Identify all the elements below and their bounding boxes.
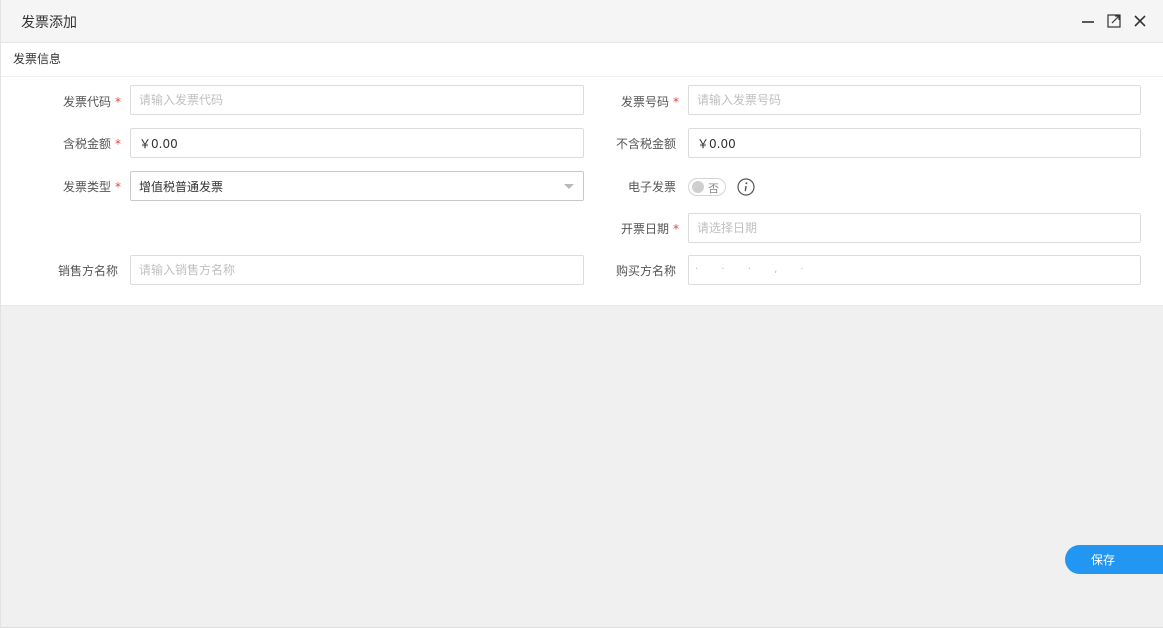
amount-incl-tax-field[interactable] [130, 128, 584, 158]
info-icon[interactable] [737, 178, 755, 196]
amount-incl-tax-input[interactable] [131, 129, 583, 157]
issue-date-label: 开票日期 * [620, 222, 679, 236]
toggle-knob [692, 181, 704, 193]
invoice-number-label: 发票号码 * [620, 95, 679, 109]
invoice-add-dialog: 发票添加 发票信息 发票代码 * 请输入发票代码 发票号码 * 请输入发票号码 … [0, 0, 1163, 628]
title-bar: 发票添加 [1, 0, 1163, 43]
invoice-info-panel: 发票信息 发票代码* 发票号码* 含税金额* 不含税金额 发票类 [1, 43, 1163, 306]
minimize-icon [1082, 21, 1094, 23]
close-icon [1134, 15, 1146, 27]
seller-name-input[interactable] [131, 256, 583, 284]
toggle-text: 否 [708, 182, 719, 195]
section-title: 发票信息 [13, 52, 62, 66]
amount-excl-tax-label: 不含税金额 [615, 137, 676, 151]
dropdown-caret-icon [564, 184, 574, 189]
buyer-name-value: · · · , · [695, 264, 814, 275]
invoice-code-label: 发票代码 * [62, 95, 121, 109]
seller-name-label: 销售方名称 [57, 264, 118, 278]
maximize-icon [1107, 14, 1121, 28]
amount-excl-tax-input[interactable] [689, 129, 1140, 157]
invoice-type-label: 发票类型 * [62, 180, 121, 194]
buyer-name-field[interactable]: · · · , · [688, 255, 1141, 285]
seller-name-field[interactable] [130, 255, 584, 285]
required-mark: * [115, 180, 121, 194]
required-mark: * [673, 222, 679, 236]
invoice-number-input[interactable] [689, 86, 1140, 114]
issue-date-field[interactable] [688, 213, 1141, 243]
e-invoice-label: 电子发票 [627, 180, 676, 194]
invoice-type-value: 增值税普通发票 [139, 179, 224, 194]
amount-excl-tax-field[interactable] [688, 128, 1141, 158]
dialog-title: 发票添加 [21, 15, 77, 31]
invoice-code-input[interactable] [131, 86, 583, 114]
amount-incl-tax-label: 含税金额 * [62, 137, 121, 151]
issue-date-input[interactable] [689, 214, 1140, 242]
save-button[interactable]: 保存 [1065, 545, 1163, 574]
required-mark: * [115, 95, 121, 109]
buyer-name-label: 购买方名称 [615, 264, 676, 278]
invoice-type-select[interactable]: 增值税普通发票 [130, 171, 584, 201]
required-mark: * [673, 95, 679, 109]
save-button-label: 保存 [1090, 553, 1115, 567]
close-button[interactable] [1130, 11, 1150, 31]
maximize-button[interactable] [1104, 11, 1124, 31]
invoice-number-field[interactable] [688, 85, 1141, 115]
e-invoice-toggle[interactable]: 否 [688, 178, 726, 196]
minimize-button[interactable] [1078, 11, 1098, 31]
invoice-code-field[interactable] [130, 85, 584, 115]
section-divider [1, 76, 1163, 77]
required-mark: * [115, 137, 121, 151]
